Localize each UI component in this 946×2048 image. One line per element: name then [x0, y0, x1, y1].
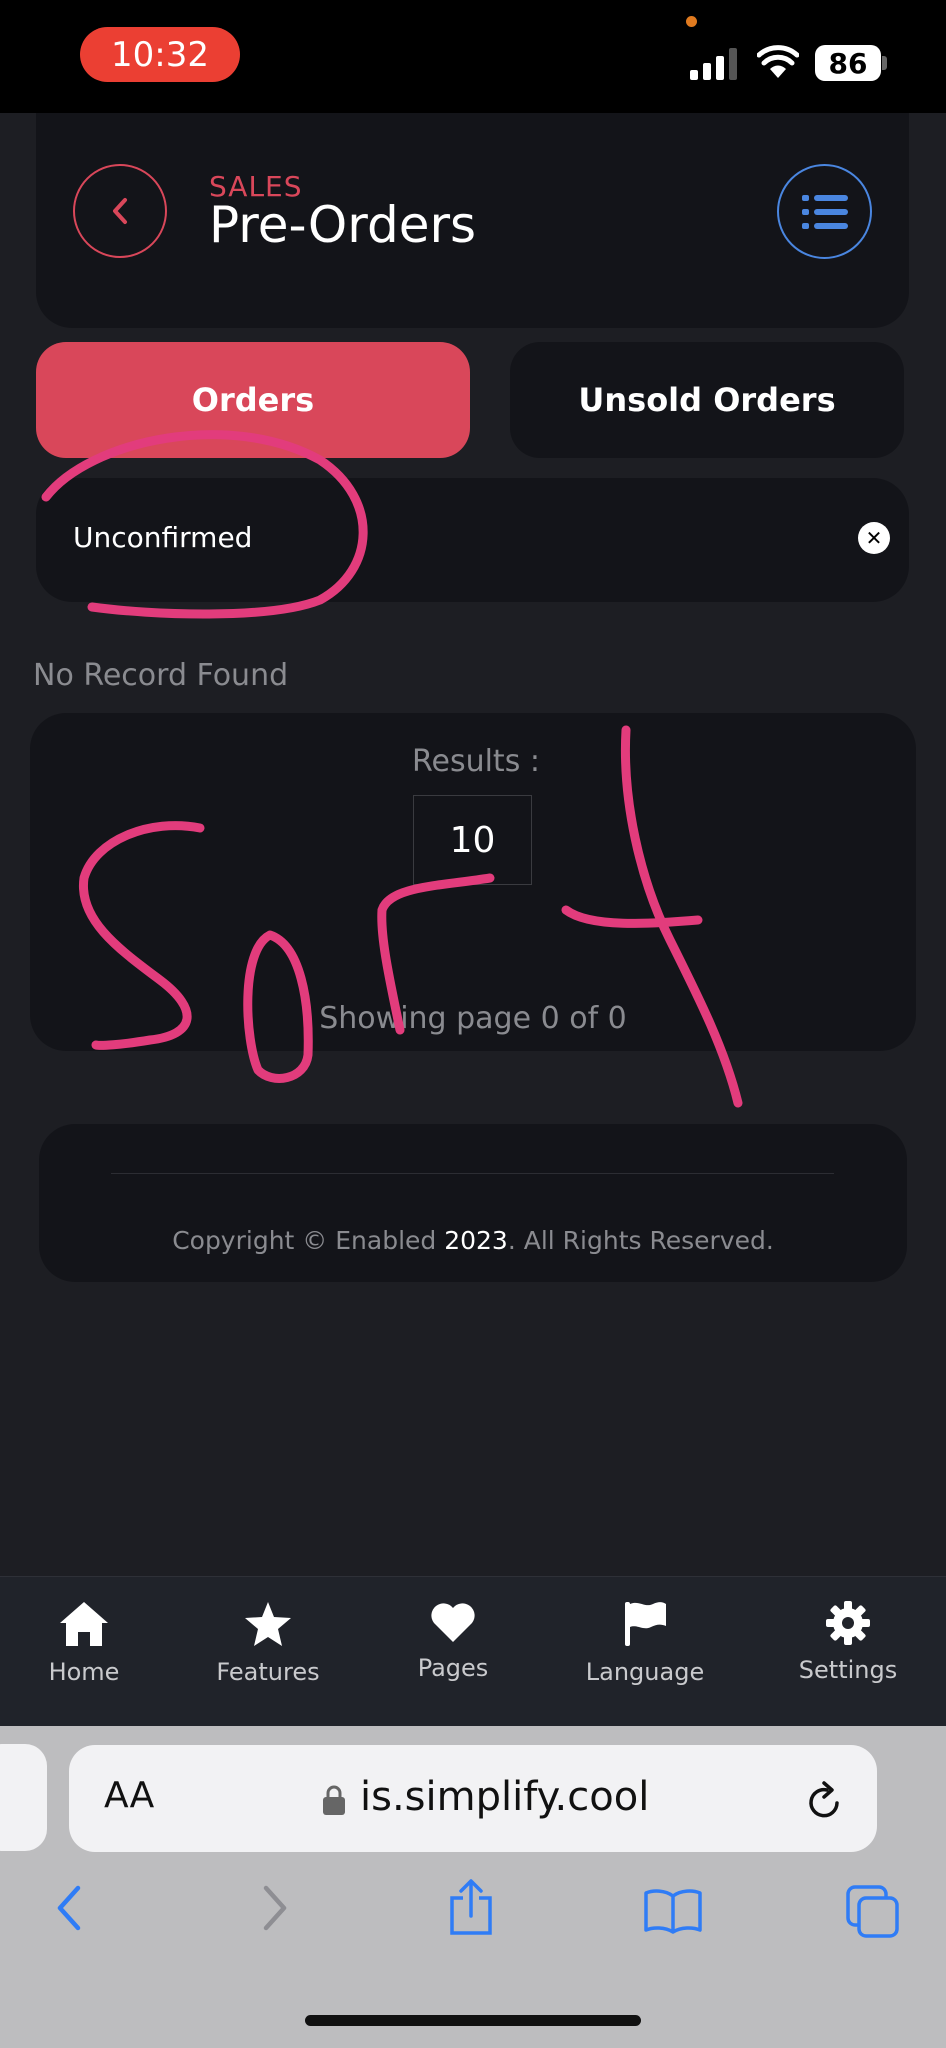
nav-features-label: Features	[216, 1658, 320, 1686]
home-icon	[60, 1602, 108, 1646]
url-text: is.simplify.cool	[360, 1774, 650, 1820]
list-icon	[801, 194, 848, 229]
nav-language[interactable]: Language	[565, 1600, 725, 1686]
nav-pages-label: Pages	[417, 1654, 489, 1682]
chevron-left-icon	[113, 198, 127, 224]
cellular-signal-icon	[690, 48, 737, 80]
flag-icon	[625, 1602, 666, 1646]
battery-nub	[882, 56, 887, 70]
nav-pages[interactable]: Pages	[373, 1600, 533, 1682]
previous-tab-peek[interactable]	[0, 1744, 47, 1851]
footer-card	[39, 1124, 907, 1282]
text-size-button[interactable]: AA	[104, 1775, 154, 1816]
privacy-indicator-dot	[686, 16, 697, 27]
tabs-icon[interactable]	[845, 1884, 901, 1940]
nav-home[interactable]: Home	[4, 1600, 164, 1686]
pagination-info: Showing page 0 of 0	[319, 1001, 627, 1036]
wifi-icon	[757, 45, 799, 78]
footer-divider	[111, 1173, 834, 1174]
page-title: Pre-Orders	[209, 196, 477, 254]
results-label: Results :	[412, 744, 540, 779]
browser-back-icon[interactable]	[52, 1883, 86, 1933]
nav-home-label: Home	[48, 1658, 120, 1686]
filter-value: Unconfirmed	[73, 521, 253, 554]
copyright-prefix: Copyright © Enabled	[172, 1226, 445, 1255]
copyright-year: 2023	[444, 1226, 508, 1255]
browser-forward-icon[interactable]	[258, 1883, 292, 1933]
copyright-suffix: . All Rights Reserved.	[507, 1226, 774, 1255]
gear-icon	[826, 1601, 870, 1645]
empty-state-message: No Record Found	[33, 658, 289, 693]
clear-filter-button[interactable]: ✕	[858, 522, 890, 554]
bookmarks-icon[interactable]	[643, 1888, 703, 1934]
back-button[interactable]	[73, 164, 167, 258]
reload-icon[interactable]	[803, 1779, 845, 1823]
menu-button[interactable]	[777, 164, 872, 259]
heart-icon	[431, 1603, 475, 1642]
nav-settings-label: Settings	[798, 1656, 898, 1684]
copyright-text: Copyright © Enabled 2023. All Rights Res…	[0, 1226, 946, 1255]
home-indicator	[305, 2015, 641, 2026]
nav-language-label: Language	[585, 1658, 705, 1686]
battery-indicator: 86	[815, 45, 881, 81]
star-icon	[245, 1602, 291, 1646]
tab-orders[interactable]: Orders	[36, 342, 470, 458]
results-per-page-select[interactable]: 10	[413, 795, 532, 885]
status-time: 10:32	[80, 27, 240, 82]
nav-settings[interactable]: Settings	[768, 1600, 928, 1684]
lock-icon	[323, 1785, 345, 1815]
tab-unsold-orders[interactable]: Unsold Orders	[510, 342, 904, 458]
nav-features[interactable]: Features	[188, 1600, 348, 1686]
share-icon[interactable]	[446, 1878, 496, 1936]
